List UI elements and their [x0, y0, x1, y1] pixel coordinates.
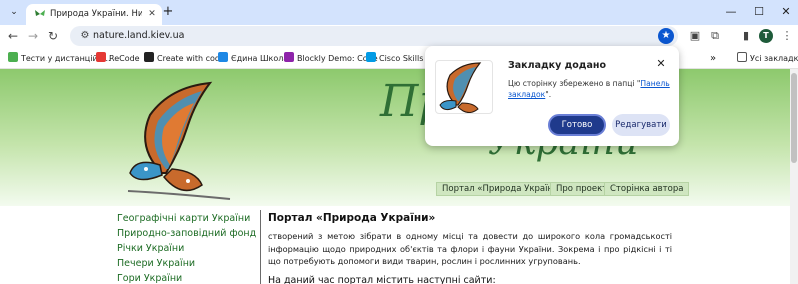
- sidebar-link-reserves[interactable]: Природно-заповідний фонд: [117, 226, 257, 241]
- forward-arrow-icon[interactable]: →: [25, 28, 41, 44]
- dialog-message-end: ".: [545, 90, 552, 99]
- recode-icon: [96, 52, 106, 62]
- reload-icon[interactable]: ↻: [45, 28, 61, 44]
- butterfly-favicon-icon: [35, 10, 45, 16]
- unity-icon: [144, 52, 154, 62]
- content-divider: [260, 210, 261, 284]
- blockly-icon: [284, 52, 294, 62]
- maximize-icon[interactable]: ☐: [748, 3, 770, 21]
- minimize-icon[interactable]: —: [720, 3, 742, 21]
- page-heading: Портал «Природа України»: [268, 212, 436, 224]
- extension-badge-icon[interactable]: ▣: [687, 28, 703, 44]
- bookmarks-overflow-icon[interactable]: »: [710, 52, 716, 65]
- tab-title: Природа України. Низка сайтів: [50, 9, 142, 19]
- all-bookmarks-folder[interactable]: Усі закладки: [737, 52, 798, 65]
- address-bar[interactable]: ⚙ nature.land.kiev.ua ★: [70, 26, 678, 46]
- bookmark-added-dialog: Закладку додано ✕ Цю сторінку збережено …: [425, 46, 679, 146]
- sidebar-link-caves[interactable]: Печери України: [117, 256, 257, 271]
- side-panel-icon[interactable]: ▮: [738, 28, 754, 44]
- edit-button[interactable]: Редагувати: [612, 114, 670, 136]
- kebab-menu-icon[interactable]: ⋮: [779, 28, 795, 44]
- cisco-icon: [366, 52, 376, 62]
- tab-search-chevron-icon[interactable]: ⌄: [6, 5, 22, 20]
- tab-active[interactable]: Природа України. Низка сайтів ✕: [26, 4, 162, 25]
- window-close-icon[interactable]: ✕: [775, 3, 797, 21]
- intro-paragraph: створений з метою зібрати в одному місці…: [268, 231, 672, 266]
- folder-icon: [737, 52, 747, 62]
- bookmark-item[interactable]: ReCode: [96, 52, 140, 65]
- bookmark-item[interactable]: Create with code: [144, 52, 225, 65]
- sites-subheading: На даний час портал містить наступні сай…: [268, 274, 496, 284]
- sidebar-link-maps[interactable]: Географічні карти України: [117, 211, 257, 226]
- back-arrow-icon[interactable]: ←: [5, 28, 21, 44]
- green-leaf-icon: [8, 52, 18, 62]
- sidebar-link-rivers[interactable]: Річки України: [117, 241, 257, 256]
- dialog-message: Цю сторінку збережено в папці "Панель за…: [508, 78, 672, 100]
- new-tab-plus-icon[interactable]: +: [161, 5, 175, 19]
- bookmark-star-icon[interactable]: ★: [658, 28, 674, 44]
- bookmark-item[interactable]: Єдина Школа: [218, 52, 288, 65]
- extensions-puzzle-icon[interactable]: ⧉: [707, 28, 723, 44]
- tab-strip: ⌄ Природа України. Низка сайтів ✕ + — ☐ …: [0, 0, 798, 25]
- dialog-message-text: Цю сторінку збережено в папці ": [508, 79, 641, 88]
- butterfly-thumbnail-icon: [439, 62, 482, 113]
- browser-toolbar: ← → ↻ ⚙ nature.land.kiev.ua ★ ▣ ⧉ ▮ T ⋮: [0, 25, 798, 47]
- butterfly-illustration: [127, 81, 231, 200]
- school-icon: [218, 52, 228, 62]
- done-button[interactable]: Готово: [548, 114, 606, 136]
- dialog-title: Закладку додано: [508, 60, 606, 71]
- tab-close-icon[interactable]: ✕: [146, 7, 158, 21]
- scrollbar-thumb[interactable]: [791, 73, 797, 163]
- url-text[interactable]: nature.land.kiev.ua: [93, 29, 184, 43]
- bookmark-item[interactable]: Blockly Demo: Code: [284, 52, 378, 65]
- nav-author-link[interactable]: Сторінка автора: [604, 182, 690, 196]
- site-sidebar: Географічні карти України Природно-запов…: [117, 211, 257, 284]
- sidebar-link-mountains[interactable]: Гори України: [117, 271, 257, 284]
- profile-avatar[interactable]: T: [759, 29, 773, 43]
- site-info-tune-icon[interactable]: ⚙: [78, 29, 92, 43]
- page-thumbnail: [435, 60, 493, 114]
- main-content: Портал «Природа України» створений з мет…: [268, 210, 672, 284]
- dialog-close-icon[interactable]: ✕: [654, 57, 668, 71]
- page-scrollbar[interactable]: [790, 69, 798, 284]
